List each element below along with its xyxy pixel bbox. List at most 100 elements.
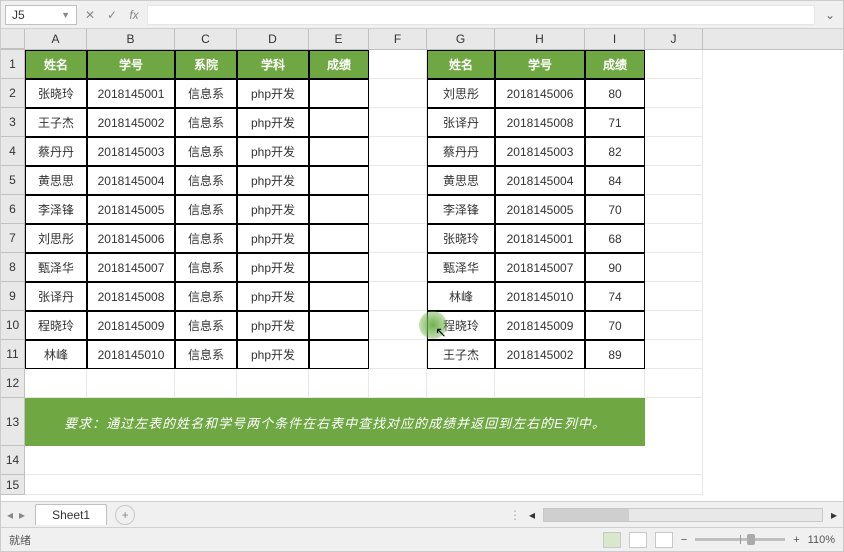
cell[interactable]: 信息系 [175,340,237,369]
cell[interactable] [87,369,175,398]
cell[interactable]: 信息系 [175,195,237,224]
cell[interactable]: 刘思彤 [427,79,495,108]
cell[interactable] [645,79,703,108]
col-header[interactable]: I [585,29,645,49]
row-header[interactable]: 1 [1,50,25,79]
cell[interactable]: 信息系 [175,253,237,282]
col-header[interactable]: B [87,29,175,49]
cell[interactable]: 学号 [87,50,175,79]
cell[interactable] [309,311,369,340]
row-header[interactable]: 7 [1,224,25,253]
view-normal-button[interactable] [603,532,621,548]
cell[interactable] [309,108,369,137]
col-header[interactable]: J [645,29,703,49]
cell[interactable]: 林峰 [25,340,87,369]
cell[interactable]: 姓名 [427,50,495,79]
cell[interactable]: 2018145002 [87,108,175,137]
cell[interactable] [645,50,703,79]
horizontal-scrollbar[interactable] [543,508,823,522]
cell[interactable] [237,369,309,398]
zoom-slider[interactable] [695,538,785,541]
cell[interactable] [645,195,703,224]
cell[interactable] [309,253,369,282]
cell[interactable]: php开发 [237,340,309,369]
cell[interactable]: 71 [585,108,645,137]
cell[interactable] [25,369,87,398]
col-header[interactable]: C [175,29,237,49]
cell[interactable]: 80 [585,79,645,108]
cell[interactable] [585,369,645,398]
cell[interactable]: 90 [585,253,645,282]
cell[interactable] [645,224,703,253]
cell[interactable]: 信息系 [175,79,237,108]
cell[interactable] [645,253,703,282]
cell[interactable]: 系院 [175,50,237,79]
row-header[interactable]: 10 [1,311,25,340]
cell[interactable] [309,282,369,311]
cell[interactable]: 张晓玲 [25,79,87,108]
cell[interactable] [369,224,427,253]
cell[interactable]: 2018145003 [87,137,175,166]
row-header[interactable]: 3 [1,108,25,137]
add-sheet-button[interactable]: + [115,505,135,525]
cell[interactable]: 2018145004 [87,166,175,195]
cell[interactable] [369,79,427,108]
col-header[interactable]: A [25,29,87,49]
hscroll-right-icon[interactable]: ▸ [831,508,837,522]
cell[interactable]: 2018145007 [495,253,585,282]
cell[interactable]: 68 [585,224,645,253]
cell[interactable]: 2018145005 [87,195,175,224]
col-header[interactable]: E [309,29,369,49]
cell[interactable]: 成绩 [585,50,645,79]
cell[interactable]: 2018145003 [495,137,585,166]
cell[interactable]: 82 [585,137,645,166]
cell[interactable]: 甄泽华 [25,253,87,282]
cell[interactable]: 张译丹 [25,282,87,311]
hscroll-left-icon[interactable]: ◂ [529,508,535,522]
cancel-icon[interactable]: ✕ [83,8,97,22]
cell[interactable] [645,166,703,195]
cell[interactable] [369,195,427,224]
cell[interactable]: 74 [585,282,645,311]
cell[interactable]: 学号 [495,50,585,79]
row-header[interactable]: 11 [1,340,25,369]
view-page-layout-button[interactable] [629,532,647,548]
cell[interactable] [309,340,369,369]
cell[interactable] [309,79,369,108]
cell[interactable]: 信息系 [175,311,237,340]
cell[interactable]: 成绩 [309,50,369,79]
cell[interactable]: 甄泽华 [427,253,495,282]
cell[interactable] [369,108,427,137]
cell[interactable]: php开发 [237,224,309,253]
cell[interactable]: 2018145001 [495,224,585,253]
tab-next-icon[interactable]: ▸ [19,508,25,522]
cell[interactable] [645,340,703,369]
select-all-corner[interactable] [1,29,25,49]
row-header[interactable]: 4 [1,137,25,166]
cell[interactable]: 学科 [237,50,309,79]
cell[interactable]: 2018145001 [87,79,175,108]
row-header[interactable]: 9 [1,282,25,311]
cell[interactable] [427,369,495,398]
cell[interactable]: 刘思彤 [25,224,87,253]
zoom-level[interactable]: 110% [808,534,835,546]
cell[interactable]: 程晓玲 [427,311,495,340]
cell[interactable]: 89 [585,340,645,369]
cell[interactable]: 2018145010 [495,282,585,311]
cell[interactable] [309,195,369,224]
formula-input[interactable] [147,5,815,25]
view-page-break-button[interactable] [655,532,673,548]
cell[interactable]: 信息系 [175,224,237,253]
cell[interactable] [25,446,703,475]
cell[interactable] [309,224,369,253]
cell[interactable]: 2018145008 [495,108,585,137]
cell[interactable]: 信息系 [175,137,237,166]
cell[interactable] [309,137,369,166]
cell[interactable] [645,108,703,137]
cell[interactable] [369,282,427,311]
cell[interactable] [369,50,427,79]
row-header[interactable]: 15 [1,475,25,495]
zoom-in-button[interactable]: + [793,534,799,546]
row-header[interactable]: 8 [1,253,25,282]
cell[interactable]: 2018145002 [495,340,585,369]
